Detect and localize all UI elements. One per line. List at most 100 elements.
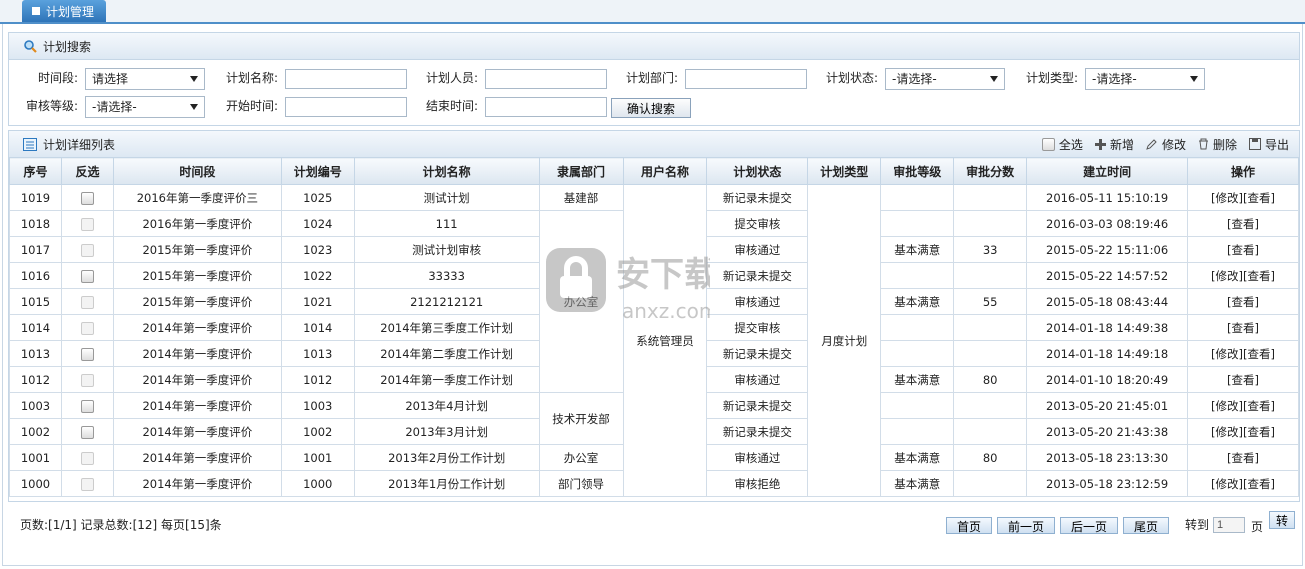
row-checkbox[interactable] — [80, 477, 94, 491]
row-checkbox-cell[interactable] — [60, 288, 114, 315]
row-checkbox-cell[interactable] — [60, 444, 114, 471]
review-level-select[interactable]: -请选择- — [85, 96, 205, 118]
row-actions[interactable]: [修改][查看] — [1187, 392, 1299, 419]
row-checkbox-cell[interactable] — [60, 392, 114, 419]
last-page-button[interactable]: 尾页 — [1123, 517, 1169, 534]
edit-button[interactable]: 修改 — [1146, 136, 1186, 153]
row-level — [880, 340, 955, 367]
row-status: 新记录未提交 — [706, 262, 809, 289]
row-checkbox-cell[interactable] — [60, 470, 114, 497]
row-actions[interactable]: [修改][查看] — [1187, 470, 1299, 497]
add-button[interactable]: 新增 — [1094, 136, 1134, 153]
row-code: 1012 — [280, 366, 355, 393]
first-page-button[interactable]: 首页 — [946, 517, 992, 534]
column-header: 序号 — [9, 157, 62, 185]
row-checkbox[interactable] — [80, 269, 94, 283]
row-status: 新记录未提交 — [706, 340, 809, 367]
time-period-select[interactable]: 请选择 — [85, 68, 205, 90]
row-checkbox-cell[interactable] — [60, 314, 114, 341]
column-header: 操作 — [1187, 157, 1299, 185]
row-actions[interactable]: [查看] — [1187, 366, 1299, 393]
row-actions[interactable]: [修改][查看] — [1187, 418, 1299, 445]
row-actions[interactable]: [修改][查看] — [1187, 262, 1299, 289]
row-score — [953, 392, 1028, 419]
row-checkbox[interactable] — [80, 191, 94, 205]
delete-button[interactable]: 删除 — [1198, 136, 1237, 153]
row-dept: 办公室 — [538, 444, 624, 471]
row-actions[interactable]: [查看] — [1187, 210, 1299, 237]
row-checkbox[interactable] — [80, 217, 94, 231]
row-checkbox-cell[interactable] — [60, 418, 114, 445]
row-checkbox[interactable] — [80, 451, 94, 465]
row-actions[interactable]: [查看] — [1187, 314, 1299, 341]
next-page-button[interactable]: 后一页 — [1060, 517, 1118, 534]
review-level-label: 审核等级: — [25, 99, 78, 113]
row-created: 2013-05-18 23:12:59 — [1026, 470, 1189, 497]
row-checkbox[interactable] — [80, 321, 94, 335]
row-level — [880, 392, 955, 419]
column-header: 计划类型 — [807, 157, 882, 185]
row-score — [953, 314, 1028, 341]
row-seq: 1017 — [9, 236, 62, 263]
row-checkbox[interactable] — [80, 347, 94, 361]
pencil-icon — [1146, 139, 1157, 150]
export-label: 导出 — [1264, 137, 1289, 152]
row-name: 2014年第三季度工作计划 — [353, 314, 540, 341]
row-created: 2016-03-03 08:19:46 — [1026, 210, 1189, 237]
table-row[interactable]: 1019 2016年第一季度评价三 1025 测试计划 基建部 系统管理员 新记录未提交 月度… — [9, 184, 1299, 497]
row-checkbox-cell[interactable] — [60, 340, 114, 367]
select-all-label: 全选 — [1058, 137, 1083, 152]
row-checkbox[interactable] — [80, 399, 94, 413]
tab-square-icon — [32, 7, 40, 15]
plan-person-input[interactable] — [485, 69, 607, 89]
end-time-input[interactable] — [485, 97, 607, 117]
row-checkbox-cell[interactable] — [60, 366, 114, 393]
row-name: 2014年第一季度工作计划 — [353, 366, 540, 393]
plan-type-select[interactable]: -请选择- — [1085, 68, 1205, 90]
start-time-input[interactable] — [285, 97, 407, 117]
row-checkbox[interactable] — [80, 295, 94, 309]
row-actions[interactable]: [查看] — [1187, 236, 1299, 263]
save-icon — [1248, 138, 1261, 150]
row-level — [880, 418, 955, 445]
prev-page-button[interactable]: 前一页 — [997, 517, 1055, 534]
row-period: 2016年第一季度评价三 — [112, 184, 282, 211]
confirm-search-button[interactable]: 确认搜索 — [611, 98, 691, 118]
export-button[interactable]: 导出 — [1248, 136, 1289, 153]
row-checkbox-cell[interactable] — [60, 210, 114, 237]
row-checkbox[interactable] — [80, 243, 94, 257]
row-seq: 1019 — [9, 184, 62, 211]
row-actions[interactable]: [修改][查看] — [1187, 184, 1299, 211]
row-actions[interactable]: [修改][查看] — [1187, 340, 1299, 367]
plan-status-select[interactable]: -请选择- — [885, 68, 1005, 90]
chevron-down-icon — [190, 76, 198, 82]
start-time-label: 开始时间: — [225, 99, 278, 113]
row-checkbox[interactable] — [80, 425, 94, 439]
select-all-toggle[interactable]: 全选 — [1041, 136, 1083, 153]
trash-icon — [1198, 138, 1208, 150]
go-page-button[interactable]: 转 — [1269, 511, 1295, 529]
page-number-input[interactable] — [1213, 517, 1245, 533]
row-actions[interactable]: [查看] — [1187, 444, 1299, 471]
row-checkbox-cell[interactable] — [60, 184, 114, 211]
row-dept: 技术开发部 — [538, 392, 624, 445]
row-score — [953, 210, 1028, 237]
row-seq: 1012 — [9, 366, 62, 393]
row-created: 2015-05-22 14:57:52 — [1026, 262, 1189, 289]
plus-icon — [1094, 138, 1106, 150]
chevron-down-icon — [1190, 76, 1198, 82]
plan-dept-label: 计划部门: — [625, 71, 678, 85]
row-checkbox-cell[interactable] — [60, 236, 114, 263]
tab-plan-management[interactable]: 计划管理 — [22, 0, 106, 22]
list-panel: 计划详细列表 全选 新增 修改 删除 导出 序号 反选 时间段 计划编号 计划名… — [8, 130, 1300, 502]
row-period: 2014年第一季度评价 — [112, 366, 282, 393]
plan-name-input[interactable] — [285, 69, 407, 89]
row-seq: 1003 — [9, 392, 62, 419]
row-checkbox-cell[interactable] — [60, 262, 114, 289]
column-header: 审批分数 — [953, 157, 1028, 185]
row-checkbox[interactable] — [80, 373, 94, 387]
row-user: 系统管理员 — [622, 184, 708, 497]
table-header-row: 序号 反选 时间段 计划编号 计划名称 隶属部门 用户名称 计划状态 计划类型 审批等级 审批分数建… — [9, 157, 1299, 185]
row-actions[interactable]: [查看] — [1187, 288, 1299, 315]
plan-dept-input[interactable] — [685, 69, 807, 89]
